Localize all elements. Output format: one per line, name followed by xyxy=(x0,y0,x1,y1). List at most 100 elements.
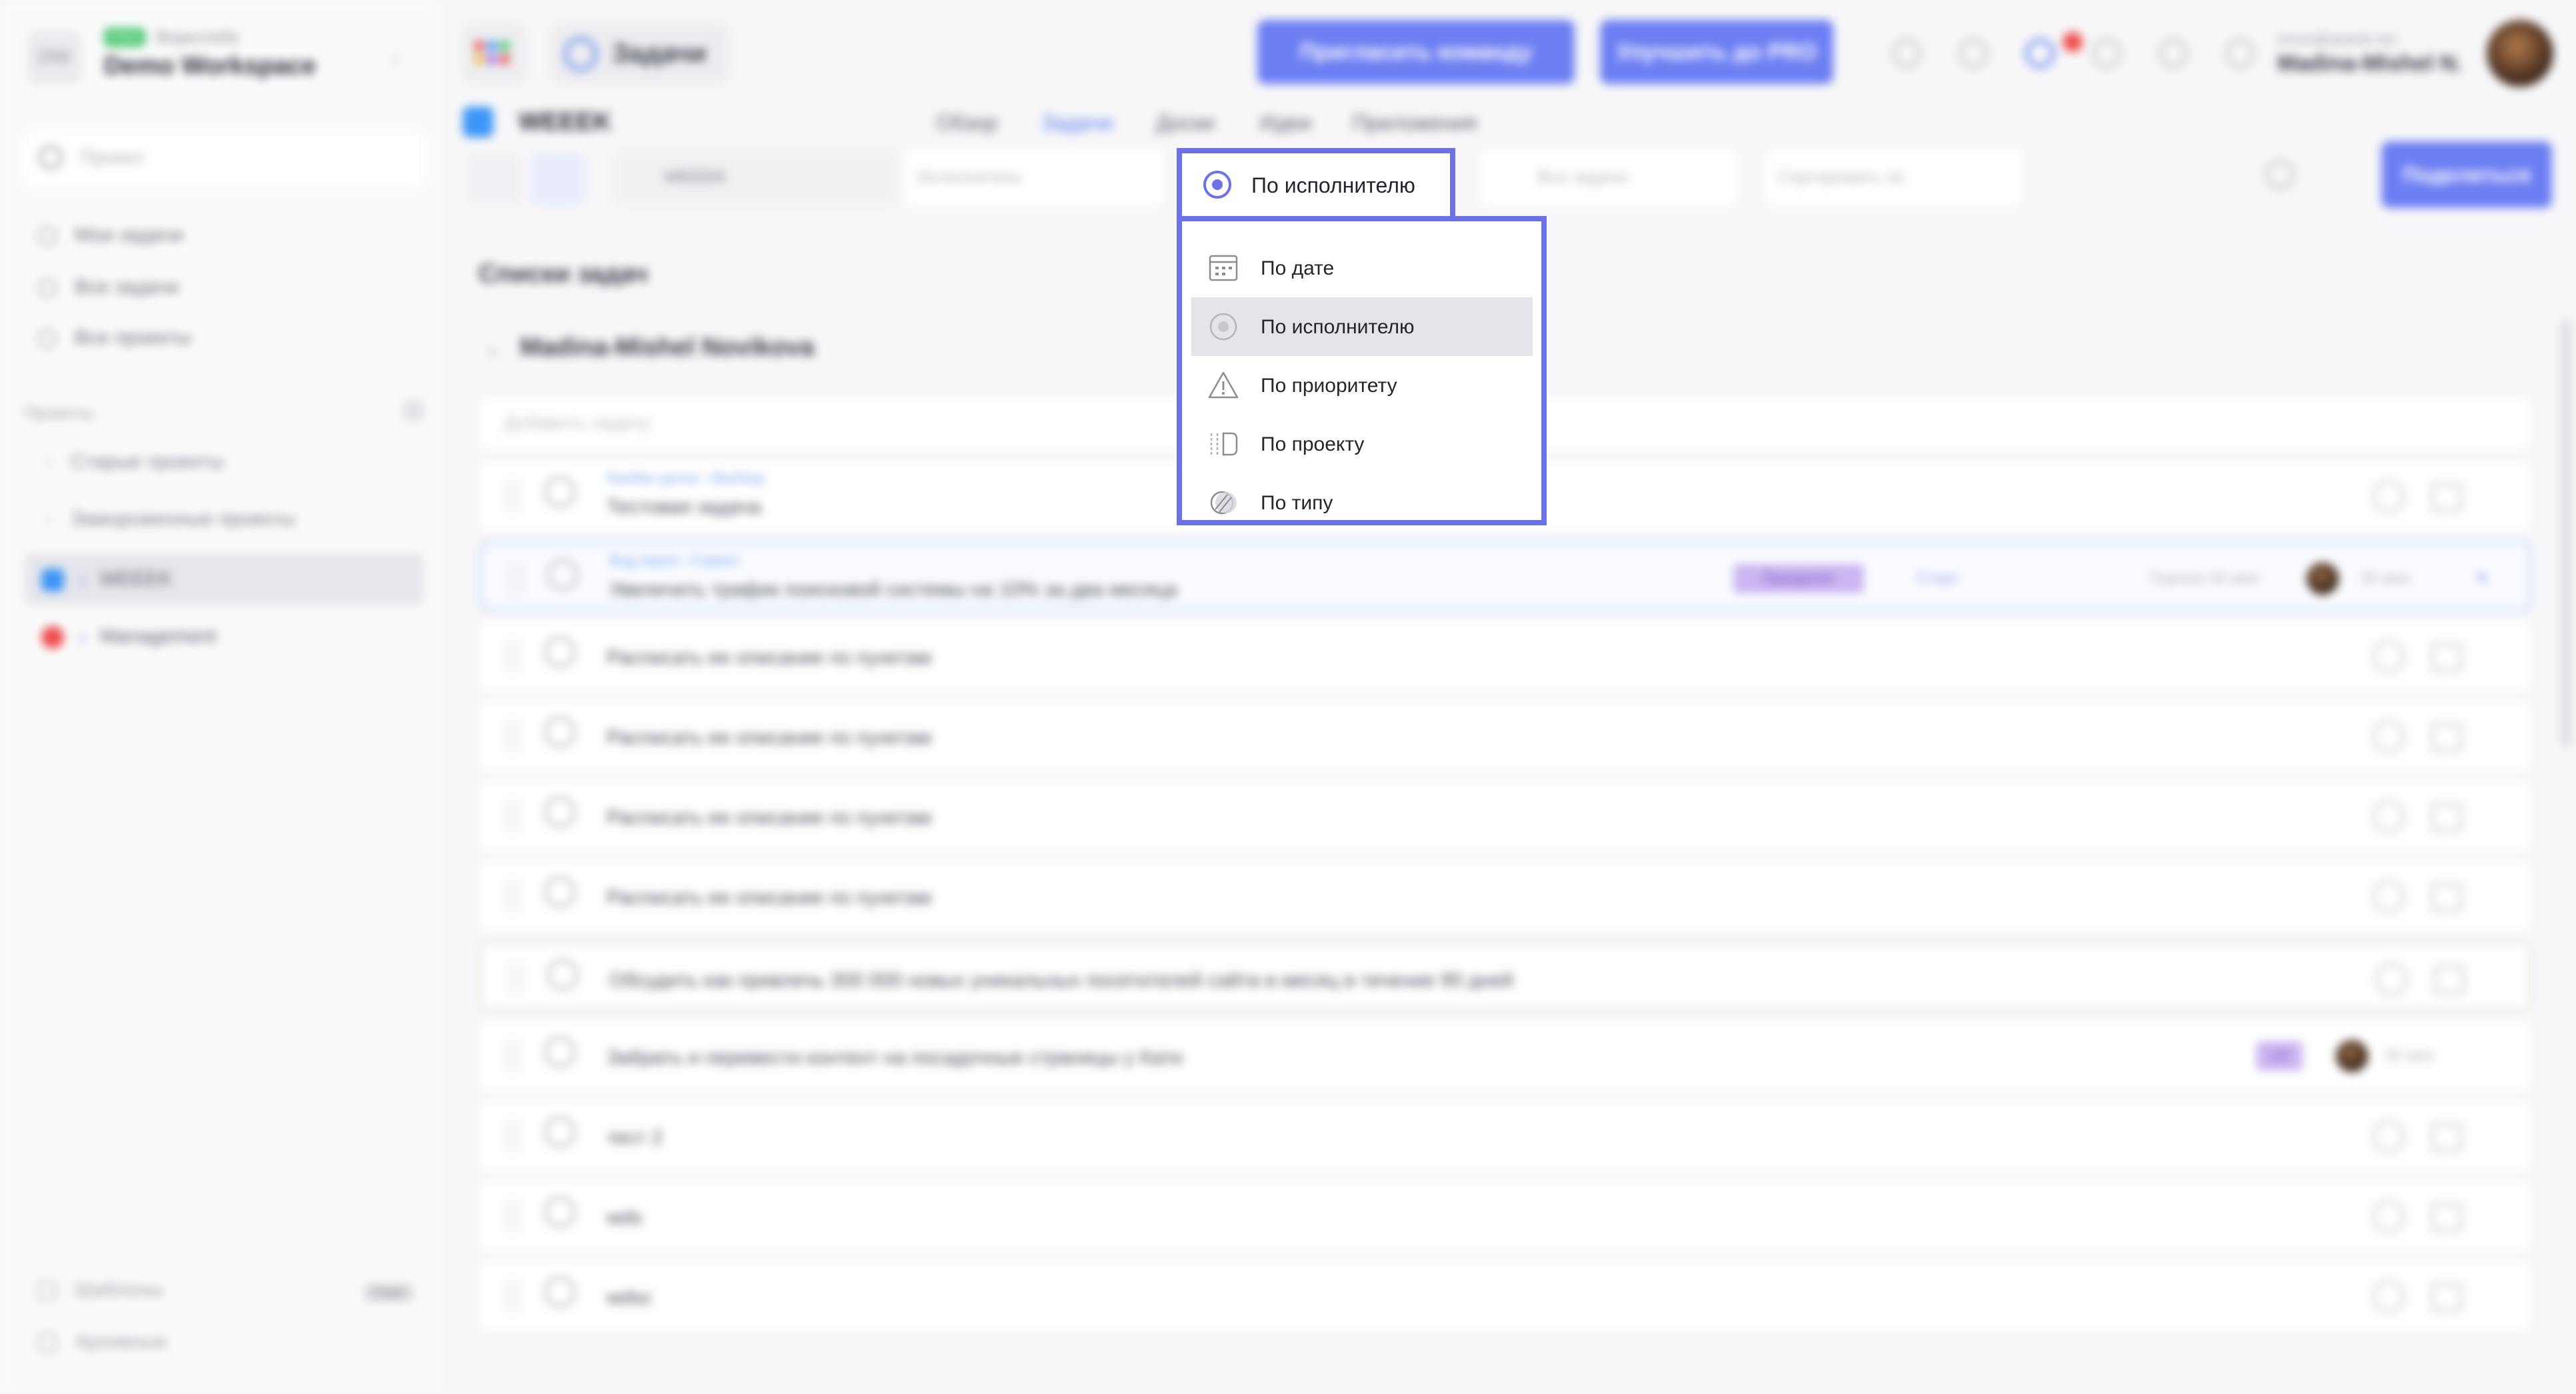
task-title[interactable]: wdsc xyxy=(607,1287,652,1309)
share-button[interactable]: Поделиться xyxy=(2381,141,2552,208)
board-view-button[interactable] xyxy=(531,153,585,205)
sort-option-date[interactable]: По дате xyxy=(1191,239,1533,297)
calendar-icon[interactable] xyxy=(2431,1203,2463,1232)
task-status[interactable]: Старт xyxy=(1916,569,1959,588)
table-row[interactable]: тест 2 xyxy=(480,1101,2531,1171)
task-title[interactable]: Расписать ее описание по пунктам xyxy=(607,807,931,829)
task-title[interactable]: Расписать ее описание по пунктам xyxy=(607,887,931,909)
task-breadcrumb[interactable]: Bug report › Спринт xyxy=(609,552,741,569)
calendar-icon[interactable] xyxy=(2431,1283,2463,1312)
add-project-icon[interactable] xyxy=(403,400,424,421)
calendar-icon[interactable] xyxy=(2431,723,2463,752)
sort-option-project[interactable]: По проекту xyxy=(1191,415,1533,473)
table-row[interactable]: Bug report › Спринт Увеличить трафик пои… xyxy=(480,541,2531,611)
toolbar-settings-icon[interactable] xyxy=(2265,160,2295,189)
complete-check-icon[interactable] xyxy=(544,1116,576,1148)
drag-handle-icon[interactable] xyxy=(505,721,520,751)
priority-icon[interactable] xyxy=(2372,1120,2405,1153)
project-filter-chip[interactable] xyxy=(613,149,900,207)
sidebar-archive[interactable]: Архивные xyxy=(37,1331,167,1353)
drag-handle-icon[interactable] xyxy=(505,641,520,671)
task-title[interactable]: wds xyxy=(607,1207,642,1229)
sidebar-project-management[interactable]: ⌂ Management xyxy=(24,611,424,663)
calendar-icon[interactable] xyxy=(2431,483,2463,512)
tab-ideas[interactable]: Идеи xyxy=(1260,111,1311,135)
sort-by-dropdown-trigger[interactable]: По исполнителю xyxy=(1177,148,1455,216)
complete-check-icon[interactable] xyxy=(544,796,576,828)
assignee-avatar[interactable] xyxy=(2336,1040,2368,1072)
sort-option-type[interactable]: По типу xyxy=(1191,473,1533,532)
drag-handle-icon[interactable] xyxy=(505,1281,520,1311)
calendar-icon[interactable] xyxy=(2431,803,2463,832)
calendar-icon[interactable] xyxy=(2433,965,2465,995)
list-view-button[interactable] xyxy=(467,153,521,205)
drag-handle-icon[interactable] xyxy=(505,801,520,831)
sidebar-project-weeek[interactable]: ⌂ WEEEK xyxy=(24,553,424,605)
tab-tasks[interactable]: Задачи xyxy=(1041,111,1113,135)
drag-handle-icon[interactable] xyxy=(508,564,523,593)
drag-handle-icon[interactable] xyxy=(505,1041,520,1071)
complete-check-icon[interactable] xyxy=(544,716,576,748)
priority-icon[interactable] xyxy=(2372,1280,2405,1313)
calendar-icon[interactable] xyxy=(2431,643,2463,672)
workspace-avatar[interactable]: DW xyxy=(27,29,83,85)
invite-team-button[interactable]: Пригласить команду xyxy=(1257,20,1575,84)
table-row[interactable]: Забрать и перевести контент на посадочны… xyxy=(480,1021,2531,1091)
table-row[interactable]: wdsc xyxy=(480,1261,2531,1331)
complete-check-icon[interactable] xyxy=(544,1276,576,1308)
table-row[interactable]: Расписать ее описание по пунктам xyxy=(480,701,2531,771)
chevron-down-icon[interactable]: ⌄ xyxy=(485,339,500,359)
user-avatar[interactable] xyxy=(2487,20,2553,87)
task-title[interactable]: Тестовая задача xyxy=(607,496,761,519)
drag-handle-icon[interactable] xyxy=(505,881,520,911)
group-title[interactable]: Madina-Mishel Novikova xyxy=(520,333,814,362)
drag-handle-icon[interactable] xyxy=(508,964,523,993)
timer-icon[interactable] xyxy=(1892,39,1921,68)
tab-boards[interactable]: Доски xyxy=(1156,111,1215,135)
priority-icon[interactable] xyxy=(2372,720,2405,753)
complete-check-icon[interactable] xyxy=(544,1036,576,1068)
tab-overview[interactable]: Обзор xyxy=(936,111,997,135)
complete-check-icon[interactable] xyxy=(544,1196,576,1228)
priority-icon[interactable] xyxy=(2372,880,2405,913)
collapse-sidebar-icon[interactable]: ‹ xyxy=(392,44,400,72)
sort-option-priority[interactable]: По приоритету xyxy=(1191,356,1533,415)
scrollbar-thumb[interactable] xyxy=(2563,320,2569,747)
project-search-input[interactable]: Проект xyxy=(24,131,424,188)
user-name[interactable]: Madina-Mishel N. xyxy=(2277,51,2463,77)
tab-apps[interactable]: Приложения xyxy=(1352,111,1477,135)
task-tag[interactable]: UX xyxy=(2256,1041,2303,1071)
priority-icon[interactable] xyxy=(2372,480,2405,513)
complete-check-icon[interactable] xyxy=(544,636,576,668)
task-tag[interactable]: Приоритет xyxy=(1733,564,1864,593)
drag-handle-icon[interactable] xyxy=(505,1201,520,1231)
workspace-name[interactable]: Demo Workspace xyxy=(104,52,316,81)
sidebar-folder-old[interactable]: › Старые проекты xyxy=(45,451,224,473)
complete-check-icon[interactable] xyxy=(547,959,579,991)
calendar-icon[interactable] xyxy=(2431,1123,2463,1152)
task-breadcrumb[interactable]: Канбан доска › Backlog xyxy=(607,469,764,487)
priority-icon[interactable] xyxy=(2375,963,2408,996)
inbox-icon[interactable] xyxy=(1959,39,1988,68)
sidebar-item-my-tasks[interactable]: Мои задачи xyxy=(37,224,183,247)
drag-handle-icon[interactable] xyxy=(505,481,520,511)
complete-check-icon[interactable] xyxy=(544,476,576,508)
calendar-icon[interactable] xyxy=(2431,883,2463,912)
task-title[interactable]: Расписать ее описание по пунктам xyxy=(607,647,931,669)
settings-icon[interactable] xyxy=(2225,39,2255,68)
table-row[interactable]: Расписать ее описание по пунктам xyxy=(480,781,2531,851)
sort-option-assignee[interactable]: По исполнителю xyxy=(1191,297,1533,356)
task-title[interactable]: Обсудить как привлечь 300 000 новых уник… xyxy=(609,969,1513,992)
complete-check-icon[interactable] xyxy=(544,876,576,908)
chat-icon[interactable] xyxy=(2092,39,2121,68)
table-row[interactable]: Обсудить как привлечь 300 000 новых уник… xyxy=(480,941,2531,1011)
table-row[interactable]: Расписать ее описание по пунктам xyxy=(480,621,2531,691)
priority-icon[interactable] xyxy=(2372,640,2405,673)
table-row[interactable]: wds xyxy=(480,1181,2531,1251)
task-title[interactable]: Расписать ее описание по пунктам xyxy=(607,727,931,749)
task-title[interactable]: тест 2 xyxy=(607,1127,663,1149)
project-name[interactable]: WEEEK xyxy=(519,108,611,137)
priority-icon[interactable] xyxy=(2372,800,2405,833)
notifications-icon[interactable] xyxy=(2025,39,2055,68)
sidebar-item-all-tasks[interactable]: Все задачи xyxy=(37,276,179,299)
